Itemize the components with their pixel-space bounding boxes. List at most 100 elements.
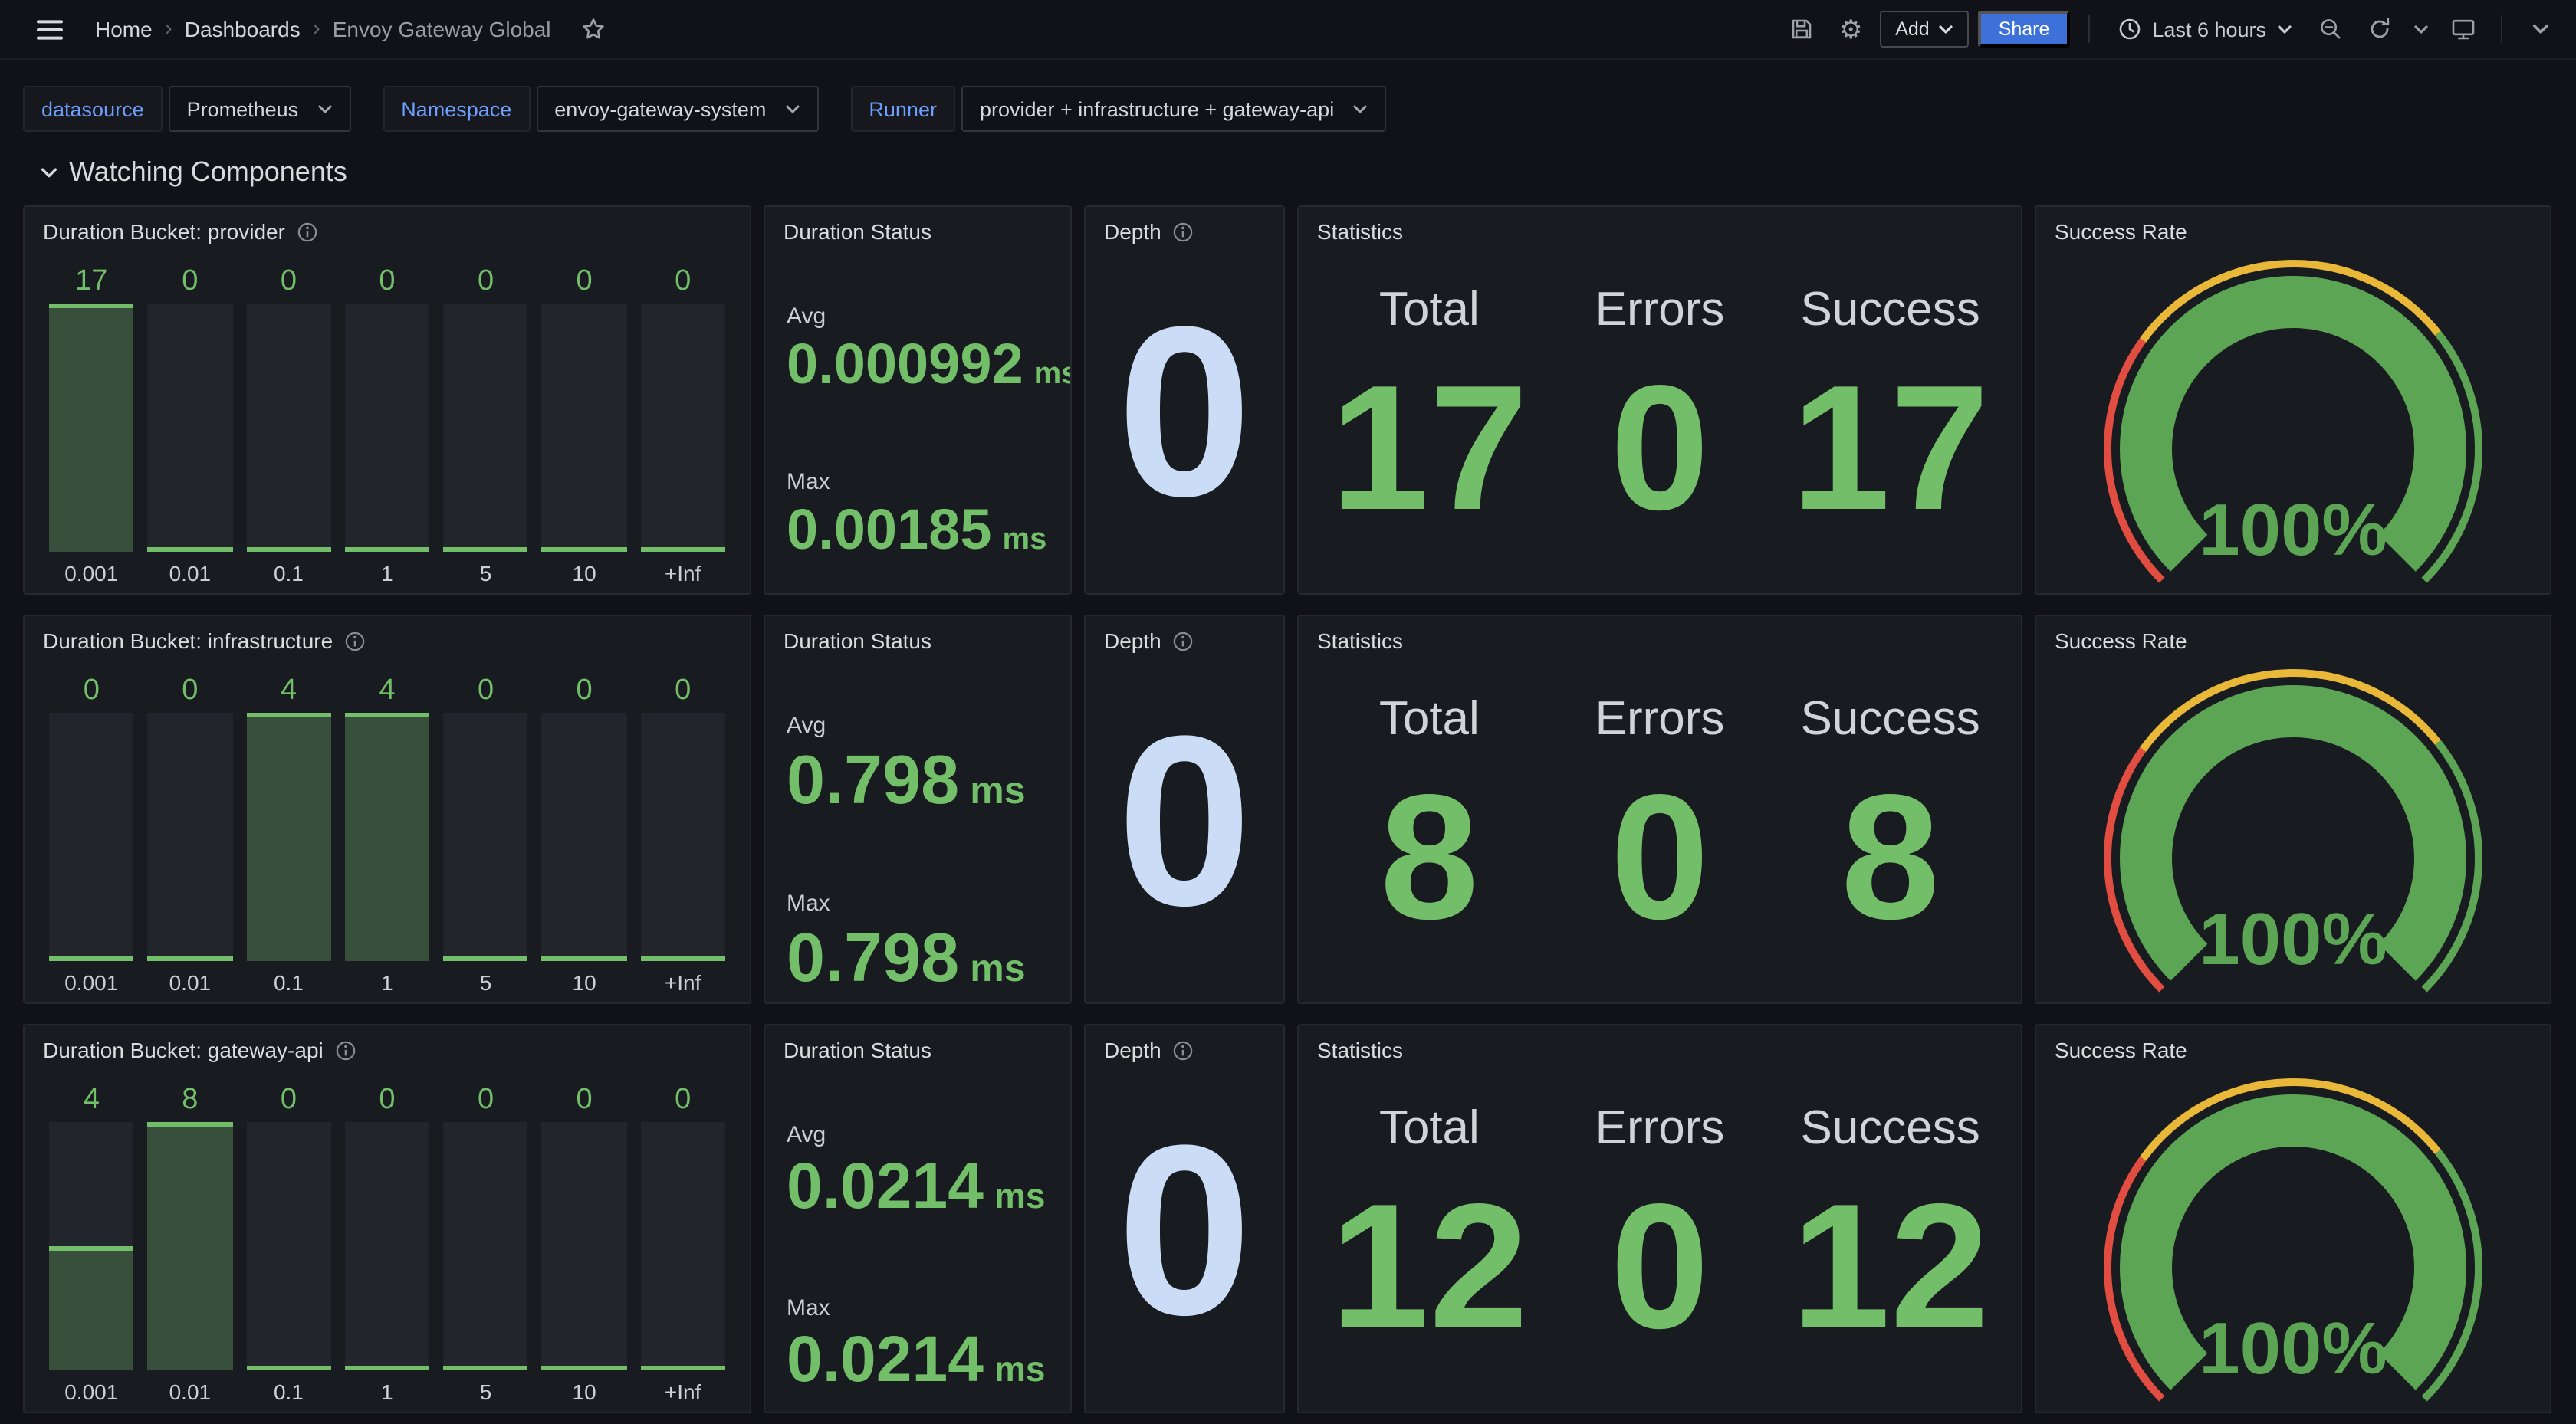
- bar-x-axis-label: 0.1: [246, 1370, 331, 1404]
- bar-fill: [443, 1366, 528, 1370]
- bar-x-axis-label: 1: [345, 961, 430, 995]
- share-button[interactable]: Share: [1979, 11, 2070, 48]
- dashboard-settings-gear-icon[interactable]: ⚙: [1831, 9, 1871, 49]
- breadcrumb-dashboards[interactable]: Dashboards: [185, 17, 301, 41]
- panel-header[interactable]: Duration Status: [765, 1025, 1070, 1067]
- info-icon[interactable]: [1174, 1041, 1194, 1061]
- variable-value-dropdown[interactable]: provider + infrastructure + gateway-api: [961, 86, 1386, 132]
- bar-column: 00.01: [148, 264, 233, 586]
- nav-divider: [2088, 15, 2089, 43]
- bar-track: [640, 304, 725, 552]
- bar-column: 40.001: [49, 1082, 134, 1404]
- bar-fill: [148, 1122, 233, 1370]
- panel-title-text: Depth: [1104, 1038, 1162, 1064]
- menu-hamburger-icon[interactable]: [29, 9, 69, 49]
- panel-header[interactable]: Duration Bucket: gateway-api: [25, 1025, 750, 1067]
- gauge-value: 100%: [2036, 1308, 2550, 1392]
- zoom-out-time-icon[interactable]: [2311, 9, 2351, 49]
- bar-fill: [542, 956, 627, 961]
- max-unit: ms: [970, 950, 1025, 989]
- stat-total: Total 12: [1314, 1101, 1545, 1412]
- info-icon[interactable]: [1174, 632, 1194, 651]
- avg-label: Avg: [787, 304, 1061, 330]
- gauge-value: 100%: [2036, 898, 2550, 983]
- refresh-interval-chevron-icon[interactable]: [2409, 9, 2433, 49]
- bar-fill: [49, 1246, 134, 1370]
- avg-unit: ms: [970, 773, 1025, 811]
- avg-label: Avg: [787, 1122, 1061, 1148]
- chevron-down-icon: [2277, 24, 2292, 34]
- info-icon[interactable]: [336, 1041, 356, 1061]
- panel-header[interactable]: Duration Bucket: infrastructure: [25, 616, 750, 658]
- dashboard-variables: datasource Prometheus Namespace envoy-ga…: [23, 86, 2576, 132]
- kiosk-monitor-icon[interactable]: [2443, 9, 2482, 49]
- depth-value: 0: [1117, 714, 1252, 931]
- panel-header[interactable]: Duration Status: [765, 207, 1070, 248]
- bar-column: 05: [443, 1082, 528, 1404]
- stat-value: 8: [1841, 768, 1940, 946]
- panel-header[interactable]: Statistics: [1299, 207, 2021, 248]
- add-button-label: Add: [1895, 18, 1930, 40]
- stat-value: 0: [1610, 768, 1709, 946]
- panel-header[interactable]: Duration Bucket: provider: [25, 207, 750, 248]
- panel-header[interactable]: Statistics: [1299, 1025, 2021, 1067]
- panel-statistics: Statistics Total 8 Errors 0 Success 8: [1297, 615, 2022, 1004]
- top-nav-bar: Home › Dashboards › Envoy Gateway Global…: [0, 0, 2576, 60]
- time-range-picker[interactable]: Last 6 hours: [2108, 17, 2302, 41]
- clock-icon: [2117, 17, 2141, 41]
- panel-statistics: Statistics Total 12 Errors 0 Success 12: [1297, 1024, 2022, 1413]
- panel-duration-bucket: Duration Bucket: gateway-api 40.00180.01…: [23, 1024, 751, 1413]
- bar-x-axis-label: 5: [443, 552, 528, 586]
- bar-track: [246, 304, 331, 552]
- panel-depth: Depth 0: [1084, 205, 1285, 595]
- bar-value-label: 4: [246, 673, 331, 713]
- add-button[interactable]: Add: [1880, 11, 1970, 48]
- panel-header[interactable]: Depth: [1086, 1025, 1283, 1067]
- bar-fill: [542, 1366, 627, 1370]
- bar-value-label: 0: [640, 673, 725, 713]
- variable-value-dropdown[interactable]: envoy-gateway-system: [536, 86, 818, 132]
- panel-title-text: Statistics: [1317, 219, 1403, 245]
- nav-collapse-chevron-icon[interactable]: [2521, 9, 2561, 49]
- panel-header[interactable]: Depth: [1086, 616, 1283, 658]
- share-button-label: Share: [1999, 18, 2050, 40]
- info-icon[interactable]: [297, 222, 317, 242]
- info-icon[interactable]: [1174, 222, 1194, 242]
- panel-header[interactable]: Depth: [1086, 207, 1283, 248]
- stat-errors: Errors 0: [1545, 282, 1776, 593]
- dashboard-row-provider: Duration Bucket: provider 170.00100.0100…: [23, 205, 2551, 595]
- bar-value-label: 0: [345, 1082, 430, 1122]
- info-icon[interactable]: [345, 632, 365, 651]
- bar-gauge-chart: 170.00100.0100.101050100+Inf: [25, 248, 750, 593]
- row-section-header[interactable]: Watching Components: [40, 156, 2576, 189]
- bar-track: [345, 304, 430, 552]
- panel-header[interactable]: Duration Status: [765, 616, 1070, 658]
- panel-title-text: Statistics: [1317, 628, 1403, 655]
- panel-success-rate: Success Rate 100%: [2035, 615, 2551, 1004]
- bar-track: [246, 713, 331, 961]
- bar-column: 0+Inf: [640, 264, 725, 586]
- panel-header[interactable]: Statistics: [1299, 616, 2021, 658]
- panel-statistics: Statistics Total 17 Errors 0 Success 17: [1297, 205, 2022, 595]
- bar-track: [640, 1122, 725, 1370]
- bar-value-label: 4: [49, 1082, 134, 1122]
- refresh-icon[interactable]: [2360, 9, 2400, 49]
- statistics-body: Total 17 Errors 0 Success 17: [1299, 248, 2021, 593]
- variable-value-dropdown[interactable]: Prometheus: [169, 86, 351, 132]
- dashboard-grid: Duration Bucket: provider 170.00100.0100…: [23, 205, 2551, 1413]
- duration-status-body: Avg 0.000992ms Max 0.00185ms: [765, 248, 1070, 558]
- bar-fill: [148, 956, 233, 961]
- bar-track: [443, 1122, 528, 1370]
- breadcrumb-home[interactable]: Home: [95, 17, 153, 41]
- bar-track: [640, 713, 725, 961]
- bar-x-axis-label: 0.1: [246, 552, 331, 586]
- stat-value: 0: [1610, 359, 1709, 536]
- duration-status-body: Avg 0.0214ms Max 0.0214ms: [765, 1067, 1070, 1392]
- bar-value-label: 0: [246, 264, 331, 304]
- variable-runner: Runner provider + infrastructure + gatew…: [850, 86, 1386, 132]
- save-dashboard-icon[interactable]: [1782, 9, 1822, 49]
- stat-value: 17: [1330, 359, 1528, 536]
- avg-stat: Avg 0.798ms: [787, 713, 1061, 814]
- bar-track: [148, 304, 233, 552]
- favorite-star-icon[interactable]: [574, 9, 614, 49]
